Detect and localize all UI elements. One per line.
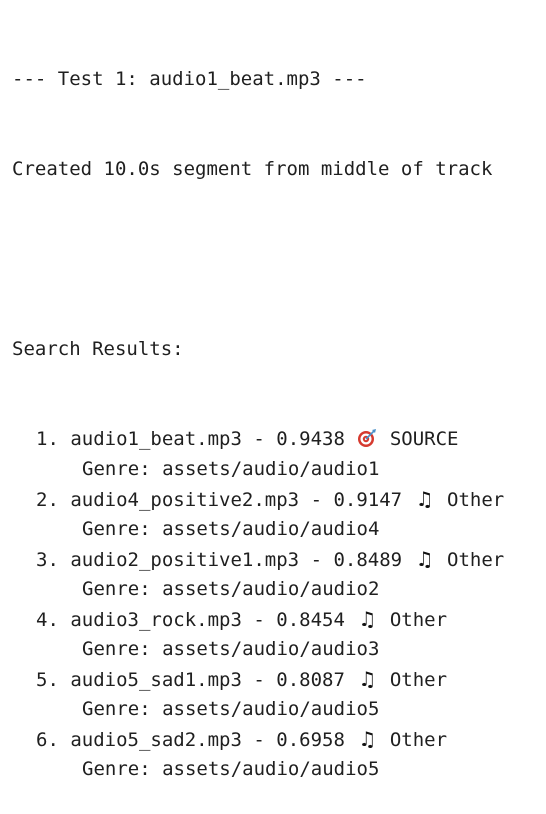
result-row: 3. audio2_positive1.mp3 - 0.8489 ♫ Other <box>12 544 546 574</box>
genre-row: Genre: assets/audio/audio5 <box>12 754 546 784</box>
result-score: 0.8489 <box>333 549 403 571</box>
result-index: 6. <box>36 729 59 751</box>
genre-row: Genre: assets/audio/audio2 <box>12 574 546 604</box>
genre-path: assets/audio/audio3 <box>162 638 380 660</box>
result-separator: - <box>253 609 265 631</box>
music-note-icon: ♫ <box>358 607 377 631</box>
genre-label: Genre: <box>82 458 151 480</box>
result-separator: - <box>253 428 265 450</box>
result-separator: - <box>253 669 265 691</box>
result-filename: audio4_positive2.mp3 <box>70 489 300 511</box>
result-tag: Other <box>447 549 505 571</box>
result-row: 4. audio3_rock.mp3 - 0.8454 ♫ Other <box>12 604 546 634</box>
result-score: 0.9147 <box>333 489 403 511</box>
result-index: 5. <box>36 669 59 691</box>
result-score: 0.8454 <box>276 609 345 631</box>
result-tag: Other <box>389 609 448 631</box>
result-filename: audio1_beat.mp3 <box>70 428 242 450</box>
result-filename: audio2_positive1.mp3 <box>70 549 300 571</box>
result-tag: Other <box>447 489 505 511</box>
music-note-icon: ♫ <box>358 667 377 691</box>
terminal-output: --- Test 1: audio1_beat.mp3 --- Created … <box>0 0 546 780</box>
genre-path: assets/audio/audio4 <box>162 518 380 540</box>
result-tag: SOURCE <box>389 428 459 450</box>
music-note-icon: ♫ <box>415 547 434 571</box>
result-tag: Other <box>389 669 448 691</box>
result-index: 1. <box>36 428 59 450</box>
genre-row: Genre: assets/audio/audio1 <box>12 454 546 484</box>
search-results-heading: Search Results: <box>12 338 184 360</box>
test-header-line: --- Test 1: audio1_beat.mp3 --- <box>12 68 367 90</box>
result-row: 6. audio5_sad2.mp3 - 0.6958 ♫ Other <box>12 724 546 754</box>
genre-path: assets/audio/audio1 <box>162 458 380 480</box>
result-filename: audio5_sad1.mp3 <box>70 669 242 691</box>
genre-row: Genre: assets/audio/audio4 <box>12 514 546 544</box>
result-separator: - <box>310 489 323 511</box>
result-tag: Other <box>389 729 448 751</box>
result-index: 3. <box>36 549 59 571</box>
music-note-icon: ♫ <box>415 487 434 511</box>
result-index: 4. <box>36 609 59 631</box>
segment-info-line: Created 10.0s segment from middle of tra… <box>12 158 493 180</box>
genre-label: Genre: <box>82 698 151 720</box>
genre-row: Genre: assets/audio/audio5 <box>12 694 546 724</box>
genre-label: Genre: <box>82 518 151 540</box>
genre-label: Genre: <box>82 578 151 600</box>
result-row: 5. audio5_sad1.mp3 - 0.8087 ♫ Other <box>12 664 546 694</box>
target-icon <box>358 429 377 447</box>
result-filename: audio3_rock.mp3 <box>70 609 242 631</box>
genre-row: Genre: assets/audio/audio3 <box>12 634 546 664</box>
result-score: 0.9438 <box>276 428 345 450</box>
results-list: 1. audio1_beat.mp3 - 0.9438 SOURCE Genre:… <box>12 424 546 784</box>
genre-path: assets/audio/audio5 <box>162 698 380 720</box>
result-score: 0.6958 <box>276 729 345 751</box>
genre-label: Genre: <box>82 638 151 660</box>
result-separator: - <box>310 549 323 571</box>
result-separator: - <box>253 729 265 751</box>
result-row: 1. audio1_beat.mp3 - 0.9438 SOURCE <box>12 424 546 454</box>
genre-path: assets/audio/audio5 <box>162 758 380 780</box>
result-index: 2. <box>36 489 59 511</box>
genre-label: Genre: <box>82 758 151 780</box>
result-filename: audio5_sad2.mp3 <box>70 729 242 751</box>
result-score: 0.8087 <box>276 669 345 691</box>
result-row: 2. audio4_positive2.mp3 - 0.9147 ♫ Other <box>12 484 546 514</box>
music-note-icon: ♫ <box>358 727 377 751</box>
genre-path: assets/audio/audio2 <box>162 578 380 600</box>
